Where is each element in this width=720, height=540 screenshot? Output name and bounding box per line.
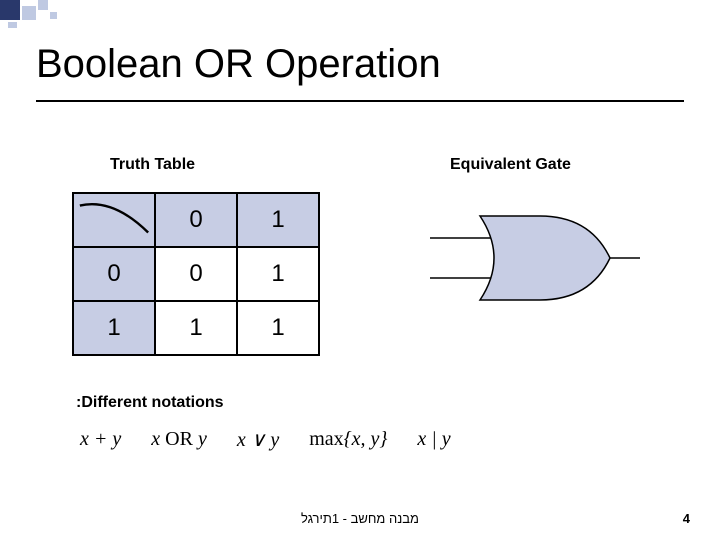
notations-label: :Different notations xyxy=(76,394,224,412)
cell-1-1: 1 xyxy=(237,301,319,355)
truth-table: 0 1 0 0 1 1 1 1 xyxy=(72,192,320,356)
row-header-1: 1 xyxy=(73,301,155,355)
footer-text: מבנה מחשב - 1תירגל xyxy=(0,511,720,526)
col-header-0: 0 xyxy=(155,193,237,247)
col-header-1: 1 xyxy=(237,193,319,247)
cell-1-0: 1 xyxy=(155,301,237,355)
row-header-0: 0 xyxy=(73,247,155,301)
cell-0-0: 0 xyxy=(155,247,237,301)
notation-plus: x + y xyxy=(80,428,121,451)
notation-vee: x ∨ y xyxy=(237,427,279,452)
cell-0-1: 1 xyxy=(237,247,319,301)
page-number: 4 xyxy=(683,511,690,526)
or-gate-diagram xyxy=(430,208,640,308)
corner-decoration xyxy=(0,0,96,28)
notation-pipe: x | y xyxy=(417,428,450,451)
truth-table-label: Truth Table xyxy=(110,156,195,174)
notations-row: x + y x OR y x ∨ y max{x, y} x | y xyxy=(80,422,680,456)
page-title: Boolean OR Operation xyxy=(36,42,441,87)
equivalent-gate-label: Equivalent Gate xyxy=(450,156,571,174)
table-corner-cell xyxy=(73,193,155,247)
notation-max: max{x, y} xyxy=(309,428,387,451)
title-underline xyxy=(36,100,684,102)
notation-or: x OR y xyxy=(151,428,207,451)
